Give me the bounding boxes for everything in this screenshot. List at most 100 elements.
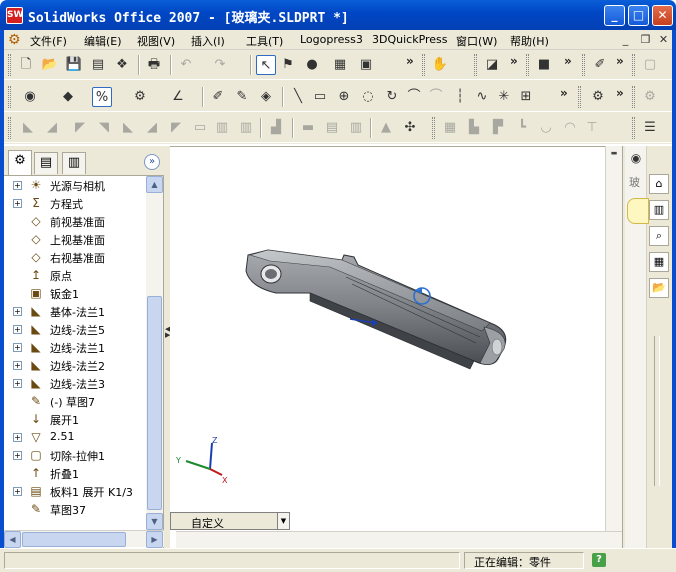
unfold-icon[interactable]: ▤	[322, 118, 342, 138]
open-folder-icon[interactable]: 📂	[40, 55, 60, 75]
menu-view[interactable]: 视图(V)	[137, 33, 175, 49]
scroll-thumb[interactable]	[22, 532, 126, 547]
tree-item[interactable]: ◇ 前视基准面	[4, 212, 146, 230]
toolbar-grip[interactable]	[422, 54, 425, 76]
base-flange-icon[interactable]: ◣	[18, 118, 38, 138]
sheetmetal-settings-icon[interactable]: ⚙	[640, 87, 660, 107]
design-library-icon[interactable]: ▥	[649, 200, 669, 220]
sketched-bend-icon[interactable]: ◤	[166, 118, 186, 138]
collapse-panel-button[interactable]: »	[144, 154, 160, 170]
expand-icon[interactable]: +	[13, 361, 22, 370]
menu-3dquickpress[interactable]: 3DQuickPress	[372, 33, 448, 46]
insert-bends-icon[interactable]: ▦	[440, 118, 460, 138]
logopress-icon[interactable]: ☰	[640, 118, 660, 138]
search-icon[interactable]: ⌕	[649, 226, 669, 246]
toolbar-overflow-icon[interactable]: »	[564, 54, 572, 68]
maximize-button[interactable]: □	[628, 5, 649, 26]
tangent-arc-icon[interactable]: ↻	[382, 87, 402, 107]
sketch-tools-icon[interactable]: ✐	[590, 55, 610, 75]
close-button[interactable]: ✕	[652, 5, 673, 26]
menu-tools[interactable]: 工具(T)	[246, 33, 283, 49]
toolbar-grip[interactable]	[8, 117, 11, 139]
jog-icon[interactable]: ◢	[142, 118, 162, 138]
scroll-left-icon[interactable]: ◀	[4, 531, 21, 548]
rebuild-traffic-light-icon[interactable]: ●	[302, 55, 322, 75]
make-drawing-icon[interactable]: ▤	[88, 55, 108, 75]
cut-icon[interactable]: ⊤	[582, 118, 602, 138]
tree-item[interactable]: + Σ 方程式	[4, 194, 146, 212]
task-pane-tab-active[interactable]	[627, 198, 649, 224]
feature-tree-hscrollbar[interactable]: ◀ ▶	[4, 530, 164, 548]
toolbar-overflow-icon[interactable]: »	[616, 86, 624, 100]
no-bends-icon[interactable]: ▲	[376, 118, 396, 138]
point-icon[interactable]: ✳	[494, 87, 514, 107]
menu-window[interactable]: 窗口(W)	[456, 33, 497, 49]
tree-item[interactable]: ✎ 草图37	[4, 500, 146, 518]
expand-icon[interactable]: +	[13, 325, 22, 334]
break-corner-icon[interactable]: ▥	[236, 118, 256, 138]
tree-item[interactable]: ◇ 右视基准面	[4, 248, 146, 266]
record-icon[interactable]: ■	[534, 55, 554, 75]
expand-icon[interactable]: +	[13, 433, 22, 442]
save-icon[interactable]: 💾	[64, 55, 84, 75]
hide-show-icon[interactable]: ◆	[58, 87, 78, 107]
toolbar-grip[interactable]	[582, 54, 585, 76]
toolbar-overflow-icon[interactable]: »	[510, 54, 518, 68]
tab-property-manager[interactable]: ▤	[34, 152, 58, 174]
split-view-handle-icon[interactable]: ▬	[606, 148, 622, 158]
welded-corner-icon[interactable]: ▥	[212, 118, 232, 138]
expand-icon[interactable]: +	[13, 343, 22, 352]
toolbar-overflow-icon[interactable]: »	[616, 54, 624, 68]
print-icon[interactable]: 🖶	[144, 55, 164, 75]
scroll-right-icon[interactable]: ▶	[146, 531, 163, 548]
tree-item[interactable]: ◇ 上视基准面	[4, 230, 146, 248]
help-icon[interactable]: ?	[592, 553, 606, 567]
view-palette-icon[interactable]: ▦	[649, 252, 669, 272]
fillet-icon[interactable]: ⌒	[426, 87, 446, 107]
lofted-bend-icon[interactable]: ▙	[464, 118, 484, 138]
tree-item[interactable]: ↥ 原点	[4, 266, 146, 284]
flatten-icon[interactable]: ▥	[346, 118, 366, 138]
eraser-icon[interactable]: ◈	[256, 87, 276, 107]
menu-file[interactable]: 文件(F)	[30, 33, 67, 49]
tree-item[interactable]: + ▽ 2.51	[4, 428, 146, 446]
line-icon[interactable]: ╲	[288, 87, 308, 107]
convert-to-sheetmetal-icon[interactable]: ◢	[42, 118, 62, 138]
doc-close-button[interactable]: ✕	[656, 32, 671, 47]
file-explorer-icon[interactable]: 📂	[649, 278, 669, 298]
closed-corner-icon[interactable]: ▭	[190, 118, 210, 138]
tree-item[interactable]: + ◣ 边线-法兰1	[4, 338, 146, 356]
hem-icon[interactable]: ◣	[118, 118, 138, 138]
part-model[interactable]	[170, 147, 606, 513]
select-filter-icon[interactable]: ⚑	[278, 55, 298, 75]
centerline-icon[interactable]: ┆	[450, 87, 470, 107]
menu-help[interactable]: 帮助(H)	[510, 33, 549, 49]
solidworks-logo-icon[interactable]: ⚙	[8, 32, 24, 48]
scroll-down-icon[interactable]: ▼	[146, 513, 163, 530]
spline-icon[interactable]: ∿	[472, 87, 492, 107]
view-orientation-icon[interactable]: ▢	[640, 55, 660, 75]
tree-item[interactable]: + ◣ 边线-法兰2	[4, 356, 146, 374]
tree-item[interactable]: + ◣ 边线-法兰3	[4, 374, 146, 392]
paint-icon[interactable]: ✋	[430, 55, 450, 75]
expand-icon[interactable]: +	[13, 379, 22, 388]
sketch-icon[interactable]: ✎	[232, 87, 252, 107]
dimension-icon[interactable]: ∠	[168, 87, 188, 107]
tree-item[interactable]: + ☀ 光源与相机	[4, 176, 146, 194]
doc-restore-button[interactable]: ❐	[638, 32, 653, 47]
menu-insert[interactable]: 插入(I)	[191, 33, 225, 49]
configuration-selector[interactable]: 自定义 ▼	[170, 512, 290, 530]
tree-item[interactable]: + ◣ 边线-法兰5	[4, 320, 146, 338]
menu-logopress[interactable]: Logopress3	[300, 33, 363, 46]
expand-icon[interactable]: +	[13, 487, 22, 496]
toolbar-grip[interactable]	[526, 54, 529, 76]
fold-icon[interactable]: ▬	[298, 118, 318, 138]
doc-minimize-button[interactable]: _	[618, 32, 633, 47]
tab-feature-tree[interactable]: ⚙	[8, 150, 32, 175]
feature-options-icon[interactable]: ⚙	[130, 87, 150, 107]
toolbar-grip[interactable]	[632, 54, 635, 76]
tree-item[interactable]: ↓ 展开1	[4, 410, 146, 428]
toolbar-grip[interactable]	[632, 117, 635, 139]
file-properties-icon[interactable]: ▣	[356, 55, 376, 75]
solidworks-app-icon[interactable]: SW	[6, 7, 23, 24]
